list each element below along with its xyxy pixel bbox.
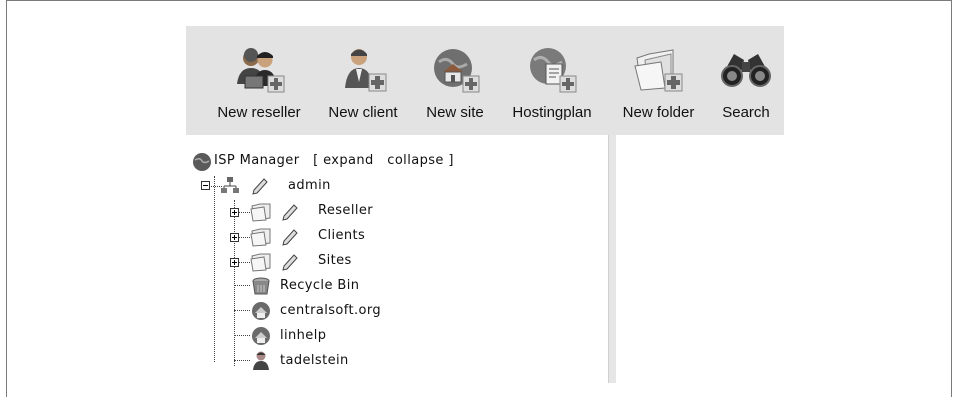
new-folder-label: New folder [622,104,695,121]
tree-connector [234,335,250,336]
tree-connector [234,360,250,361]
new-client-icon [345,49,387,92]
collapse-toggle[interactable] [201,181,210,190]
site-globe-icon [252,302,270,320]
hostingplan-label: Hostingplan [512,104,592,121]
new-reseller-icon [237,48,285,93]
hostingplan-button[interactable]: Hostingplan [498,42,606,135]
folder-icon [250,203,271,222]
search-label: Search [722,104,770,121]
collapse-link[interactable]: collapse [387,153,444,168]
new-folder-button[interactable]: New folder [606,42,711,135]
binoculars-icon [721,54,771,87]
network-icon [221,177,239,193]
tree-item-linhelp[interactable]: linhelp [280,328,326,343]
site-tree: ISP Manager [ expand collapse ] admin Re… [192,148,602,388]
tree-root: ISP Manager [ expand collapse ] [214,153,454,168]
new-client-button[interactable]: New client [314,42,412,135]
tree-item-recycle-bin[interactable]: Recycle Bin [280,278,359,293]
globe-icon [193,153,211,171]
folder-icon [250,228,271,247]
pencil-icon[interactable] [282,228,298,246]
tree-item-clients[interactable]: Clients [318,228,365,243]
tree-connector [234,285,250,286]
new-folder-icon [633,49,682,92]
panel-splitter[interactable] [608,135,616,383]
expand-toggle[interactable] [230,233,239,242]
new-reseller-label: New reseller [217,104,301,121]
recycle-bin-icon [252,277,270,295]
new-client-label: New client [328,104,398,121]
folder-icon [250,253,271,272]
expand-toggle[interactable] [230,258,239,267]
tree-connector [234,310,250,311]
tree-connector [214,176,215,362]
hostingplan-icon [530,48,577,93]
bracket-open: [ [313,153,319,168]
site-globe-icon [252,327,270,345]
tree-connector [234,200,235,366]
tree-item-centralsoft[interactable]: centralsoft.org [280,303,381,318]
tree-item-tadelstein[interactable]: tadelstein [280,353,349,368]
pencil-icon[interactable] [252,177,268,195]
new-reseller-button[interactable]: New reseller [204,42,314,135]
tree-root-label: ISP Manager [214,153,300,168]
user-icon [253,351,269,370]
search-button[interactable]: Search [711,42,781,135]
expand-link[interactable]: expand [323,153,374,168]
new-site-icon [434,49,480,93]
bracket-close: ] [448,153,454,168]
tree-item-admin[interactable]: admin [288,178,331,193]
pencil-icon[interactable] [282,253,298,271]
new-site-label: New site [426,104,484,121]
expand-toggle[interactable] [230,208,239,217]
new-site-button[interactable]: New site [412,42,498,135]
pencil-icon[interactable] [282,203,298,221]
toolbar: New reseller New client New site Hosting… [186,26,784,135]
tree-item-reseller[interactable]: Reseller [318,203,373,218]
tree-item-sites[interactable]: Sites [318,253,352,268]
